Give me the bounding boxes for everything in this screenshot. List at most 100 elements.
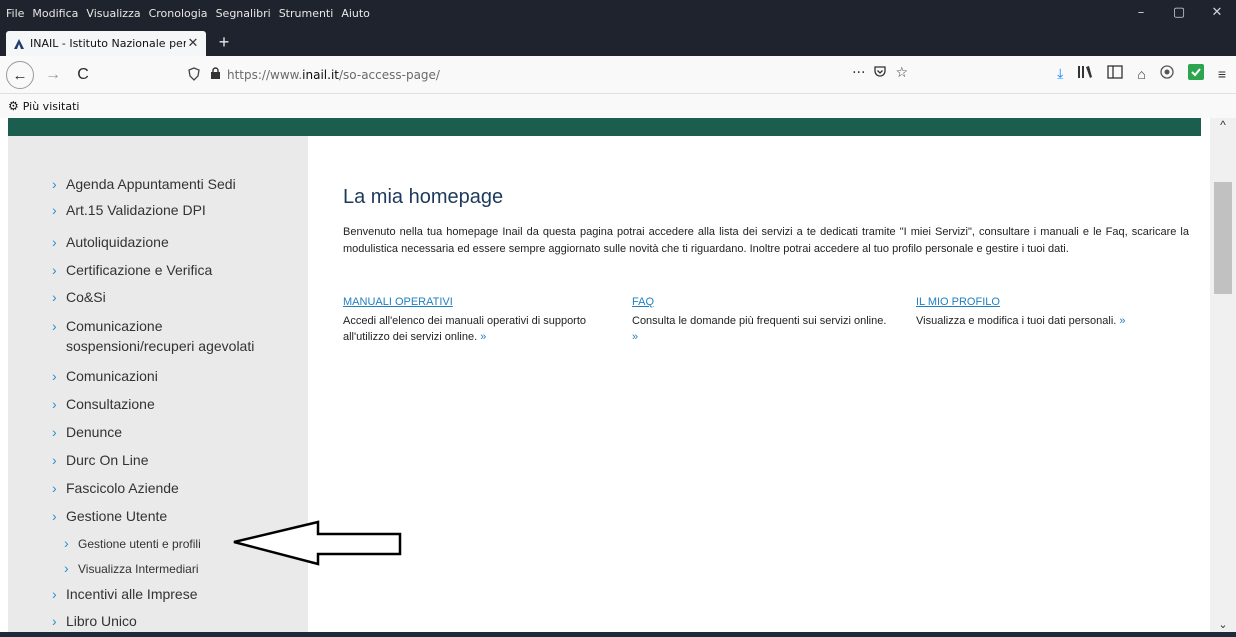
chevron-right-icon: › (52, 452, 57, 468)
maximize-button[interactable]: ▢ (1160, 0, 1198, 26)
sidebar-item-label: Consultazione (66, 396, 155, 412)
profilo-text: Visualizza e modifica i tuoi dati person… (916, 315, 1117, 327)
home-icon[interactable]: ⌂ (1137, 66, 1145, 82)
extension-icon[interactable] (1160, 65, 1174, 82)
sidebar-item-label: Fascicolo Aziende (66, 480, 179, 496)
pocket-icon[interactable] (873, 65, 887, 83)
back-button[interactable]: ← (6, 61, 34, 89)
tab-close-icon[interactable]: ✕ (186, 36, 200, 51)
sidebar-item-comunicazione-sospensioni[interactable]: › Comunicazione sospensioni/recuperi agevo… (52, 316, 254, 356)
url-host: inail.it (302, 68, 339, 82)
chevron-right-icon: › (52, 508, 57, 524)
sidebar-item-gestione-utente[interactable]: › Gestione Utente (52, 506, 167, 526)
manuali-link[interactable]: MANUALI OPERATIVI (343, 294, 605, 310)
page-actions-icon[interactable]: ··· (852, 65, 865, 83)
menu-cronologia[interactable]: Cronologia (149, 7, 208, 20)
profilo-more-link[interactable]: » (1119, 315, 1125, 327)
chevron-right-icon: › (52, 176, 57, 192)
inail-favicon-icon (12, 37, 26, 51)
sidebar-item-fascicolo[interactable]: › Fascicolo Aziende (52, 478, 179, 498)
sidebar-item-libro-unico[interactable]: › Libro Unico (52, 611, 137, 631)
window-controls: – ▢ ✕ (1122, 0, 1236, 26)
faq-text: Consulta le domande più frequenti sui se… (632, 315, 887, 327)
sidebar-item-autoliquidazione[interactable]: › Autoliquidazione (52, 232, 169, 252)
menu-aiuto[interactable]: Aiuto (341, 7, 370, 20)
chevron-right-icon: › (52, 586, 57, 602)
manuali-more-link[interactable]: » (480, 331, 486, 343)
url-prefix: https://www. (227, 68, 303, 82)
sidebar-item-label: Durc On Line (66, 452, 149, 468)
new-tab-button[interactable]: + (212, 31, 236, 53)
menu-bar: File Modifica Visualizza Cronologia Segn… (0, 0, 1236, 26)
sidebar-item-label: Gestione Utente (66, 508, 168, 524)
forward-button[interactable]: → (40, 63, 66, 87)
minimize-button[interactable]: – (1122, 0, 1160, 26)
sidebar-item-label: Co&Si (66, 289, 106, 305)
chevron-right-icon: › (52, 202, 57, 218)
scrollbar-thumb[interactable] (1214, 182, 1232, 294)
chevron-right-icon: › (52, 318, 57, 334)
sidebar-item-consultazione[interactable]: › Consultazione (52, 394, 155, 414)
url-actions: ··· ☆ (852, 65, 908, 83)
chevron-right-icon: › (52, 480, 57, 496)
sidebar-item-denunce[interactable]: › Denunce (52, 422, 122, 442)
menu-file[interactable]: File (6, 7, 24, 20)
sidebar-item-agenda[interactable]: › Agenda Appuntamenti Sedi (52, 174, 236, 194)
faq-section: FAQ Consulta le domande più frequenti su… (632, 294, 894, 345)
chevron-right-icon: › (52, 368, 57, 384)
menu-strumenti[interactable]: Strumenti (279, 7, 334, 20)
sidebar-toggle-icon[interactable] (1107, 65, 1124, 82)
sidebar-item-label: Art.15 Validazione DPI (66, 202, 206, 218)
profilo-section: IL MIO PROFILO Visualizza e modifica i t… (916, 294, 1186, 329)
manuali-text: Accedi all'elenco dei manuali operativi … (343, 315, 587, 343)
lock-icon[interactable] (210, 67, 221, 83)
manuali-section: MANUALI OPERATIVI Accedi all'elenco dei … (343, 294, 605, 345)
tab-title: INAIL - Istituto Nazionale per l'A (30, 37, 186, 50)
os-taskbar (0, 632, 1236, 637)
menu-visualizza[interactable]: Visualizza (86, 7, 140, 20)
sidebar-item-label: Denunce (66, 424, 123, 440)
sidebar-item-comunicazioni[interactable]: › Comunicazioni (52, 366, 158, 386)
download-icon[interactable]: ⤓ (1057, 65, 1063, 82)
sidebar-subitem-gestione-utenti-profili[interactable]: › Gestione utenti e profili (64, 533, 201, 554)
sidebar-item-art15[interactable]: › Art.15 Validazione DPI (52, 200, 206, 220)
sidebar-item-label: Incentivi alle Imprese (66, 586, 198, 602)
sidebar-item-label-line2: sospensioni/recuperi agevolati (66, 338, 255, 354)
chevron-right-icon: › (52, 262, 57, 278)
tracking-shield-icon[interactable] (188, 66, 200, 84)
menu-modifica[interactable]: Modifica (32, 7, 78, 20)
sidebar-item-label: Visualizza Intermediari (78, 562, 199, 576)
sidebar-item-durc[interactable]: › Durc On Line (52, 450, 148, 470)
sidebar-item-certificazione[interactable]: › Certificazione e Verifica (52, 260, 212, 280)
navigation-bar: ← → C https://www. inail.it/so-access-pag… (0, 56, 1236, 94)
sidebar-item-label: Certificazione e Verifica (66, 262, 213, 278)
sidebar-item-label: Comunicazione (66, 318, 163, 334)
chevron-right-icon: › (52, 234, 57, 250)
bookmark-star-icon[interactable]: ☆ (895, 65, 908, 83)
faq-more-link[interactable]: » (632, 331, 638, 343)
sidebar-item-label: Libro Unico (66, 613, 137, 629)
tab-strip: INAIL - Istituto Nazionale per l'A ✕ + (0, 26, 1236, 56)
close-window-button[interactable]: ✕ (1198, 0, 1236, 26)
page-title: La mia homepage (343, 186, 504, 208)
library-icon[interactable] (1077, 65, 1093, 82)
scroll-up-icon[interactable]: ^ (1210, 118, 1236, 136)
sidebar-item-cosi[interactable]: › Co&Si (52, 287, 106, 307)
chevron-right-icon: › (52, 424, 57, 440)
bookmark-most-visited[interactable]: Più visitati (23, 100, 80, 113)
url-bar[interactable]: https://www. inail.it/so-access-page/ ···… (188, 62, 908, 88)
faq-link[interactable]: FAQ (632, 294, 894, 310)
url-path: /so-access-page/ (339, 68, 440, 82)
sidebar-item-incentivi[interactable]: › Incentivi alle Imprese (52, 584, 198, 604)
chevron-right-icon: › (52, 396, 57, 412)
bookmarks-toolbar: ⚙ Più visitati (0, 94, 1236, 118)
reload-button[interactable]: C (70, 63, 96, 87)
chevron-right-icon: › (52, 613, 57, 629)
sidebar-subitem-visualizza-intermediari[interactable]: › Visualizza Intermediari (64, 558, 199, 579)
profilo-link[interactable]: IL MIO PROFILO (916, 294, 1186, 310)
sidebar-item-label: Autoliquidazione (66, 234, 169, 250)
checkbox-extension-icon[interactable] (1187, 64, 1204, 83)
hamburger-menu-icon[interactable]: ≡ (1218, 66, 1226, 82)
tab-inail[interactable]: INAIL - Istituto Nazionale per l'A ✕ (6, 31, 206, 56)
menu-segnalibri[interactable]: Segnalibri (216, 7, 271, 20)
